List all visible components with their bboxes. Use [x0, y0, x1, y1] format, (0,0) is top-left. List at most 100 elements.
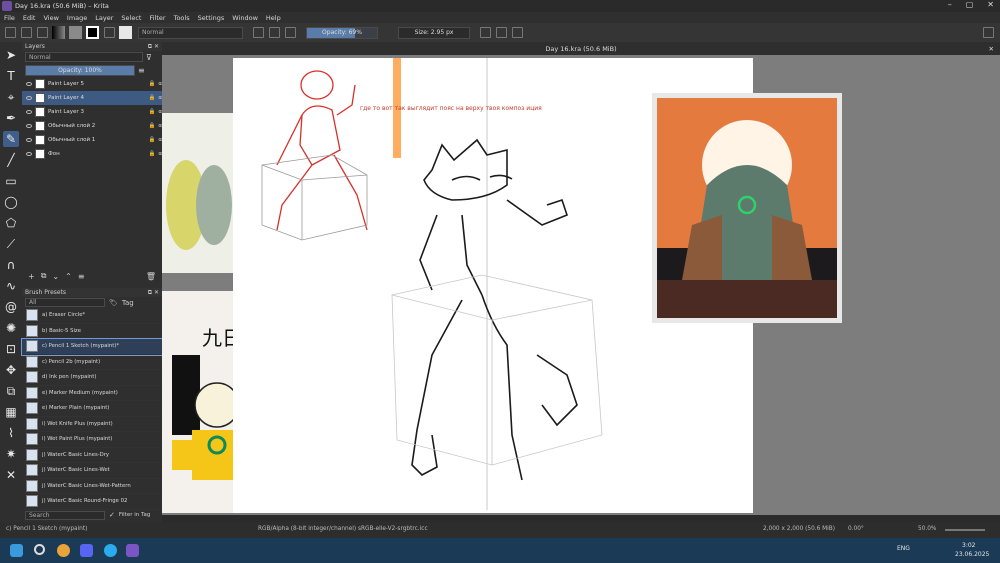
size-slider[interactable]: Size: 2.95 px [398, 26, 470, 39]
visibility-eye-icon[interactable] [26, 138, 32, 142]
add-layer-icon[interactable]: + [28, 272, 35, 281]
zoom-slider[interactable] [945, 529, 985, 531]
brush-preset-item[interactable]: b) Basic-5 Size [22, 324, 162, 339]
lock-icon[interactable]: 🔒 [149, 137, 156, 143]
layer-row[interactable]: Paint Layer 4 🔒 α [22, 91, 162, 105]
gradient-swatch[interactable] [52, 26, 65, 39]
delete-layer-icon[interactable]: 🗑 [146, 272, 156, 281]
canvas-drawing[interactable]: 九日 где то вот так выглядит пояс на верху… [162, 55, 1000, 515]
lock-icon[interactable]: 🔒 [149, 151, 156, 157]
line-tool-icon[interactable]: ╱ [3, 152, 19, 168]
menu-item-window[interactable]: Window [232, 14, 258, 22]
layer-blend-mode-select[interactable]: Normal [25, 52, 143, 62]
move-down-icon[interactable]: ⌄ [52, 272, 59, 281]
filter-icon[interactable]: ⊽ [146, 53, 152, 62]
visibility-eye-icon[interactable] [26, 110, 32, 114]
menu-item-select[interactable]: Select [121, 14, 141, 22]
wrap-around-icon[interactable] [512, 27, 523, 38]
visibility-eye-icon[interactable] [26, 124, 32, 128]
tag-label[interactable]: Tag [122, 299, 134, 307]
lock-icon[interactable]: 🔒 [149, 95, 156, 101]
text-tool-icon[interactable]: T [3, 68, 19, 84]
calligraphy-tool-icon[interactable]: ✒ [3, 110, 19, 126]
eraser-mode-icon[interactable] [253, 27, 264, 38]
browser-icon[interactable] [57, 544, 70, 557]
brush-preset-item[interactable]: d) Ink pen (mypaint) [22, 370, 162, 386]
status-rotation[interactable]: 0.00° [848, 526, 864, 532]
discord-icon[interactable] [80, 544, 93, 557]
edit-shapes-tool-icon[interactable]: ⌖ [3, 89, 19, 105]
menu-item-file[interactable]: File [4, 14, 15, 22]
open-document-icon[interactable] [21, 27, 32, 38]
lock-icon[interactable]: 🔒 [149, 81, 156, 87]
brush-preset-item[interactable]: c) Pencil 2b (mypaint) [22, 355, 162, 370]
polygon-tool-icon[interactable]: ⬠ [3, 215, 19, 231]
minimize-button[interactable]: – [948, 0, 952, 9]
brush-preset-item[interactable]: e) Marker Medium (mypaint) [22, 386, 162, 401]
clock-time[interactable]: 3:02 [962, 542, 975, 549]
layer-row[interactable]: Paint Layer 5 🔒 α [22, 77, 162, 91]
mirror-vertical-icon[interactable] [496, 27, 507, 38]
reload-preset-icon[interactable] [285, 27, 296, 38]
close-tab-icon[interactable]: ✕ [989, 45, 994, 53]
dynamic-brush-tool-icon[interactable]: @ [3, 299, 19, 315]
filter-in-tag-checkbox[interactable]: ✓ [109, 511, 115, 519]
brush-preset-item[interactable]: c) Pencil 1 Sketch (mypaint)* [21, 338, 163, 356]
gradient-tool-icon[interactable]: ▦ [3, 404, 19, 420]
polyline-tool-icon[interactable]: ⟋ [3, 236, 19, 252]
preserve-alpha-icon[interactable] [269, 27, 280, 38]
smart-patch-tool-icon[interactable]: ✷ [3, 446, 19, 462]
menu-item-filter[interactable]: Filter [149, 14, 165, 22]
tag-icon[interactable]: 🏷 [109, 299, 118, 307]
new-document-icon[interactable] [5, 27, 16, 38]
krita-taskbar-icon[interactable] [126, 544, 139, 557]
brush-preset-item[interactable]: i) Wet Knife Plus (mypaint) [22, 417, 162, 432]
layer-row[interactable]: Paint Layer 3 🔒 α [22, 105, 162, 119]
preset-filter-select[interactable]: All [25, 298, 105, 307]
layer-properties-icon[interactable]: ≡ [78, 272, 85, 281]
menu-item-view[interactable]: View [43, 14, 58, 22]
brush-preset-item[interactable]: j) WaterC Basic Lines-Wet [22, 463, 162, 479]
crop-tool-icon[interactable]: ⊡ [3, 341, 19, 357]
menu-item-edit[interactable]: Edit [23, 14, 36, 22]
layer-opacity-slider[interactable]: Opacity: 100% [25, 64, 135, 76]
menu-item-settings[interactable]: Settings [198, 14, 225, 22]
duplicate-layer-icon[interactable]: ⧉ [41, 271, 47, 281]
mirror-horizontal-icon[interactable] [480, 27, 491, 38]
docker-close-icon[interactable]: ⧉ ✕ [148, 43, 159, 51]
pattern-swatch[interactable] [69, 26, 82, 39]
bezier-tool-icon[interactable]: ∩ [3, 257, 19, 273]
preset-search-input[interactable]: Search [25, 510, 105, 520]
layer-row[interactable]: Обычный слой 1 🔒 α [22, 133, 162, 147]
telegram-icon[interactable] [104, 544, 117, 557]
visibility-eye-icon[interactable] [26, 82, 32, 86]
lock-icon[interactable]: 🔒 [149, 109, 156, 115]
freehand-brush-tool-icon[interactable]: ✎ [3, 131, 19, 147]
lock-icon[interactable]: 🔒 [149, 123, 156, 129]
save-document-icon[interactable] [37, 27, 48, 38]
ellipse-tool-icon[interactable]: ◯ [3, 194, 19, 210]
language-indicator[interactable]: ENG [897, 545, 910, 552]
fill-tool-icon[interactable]: ✕ [3, 467, 19, 483]
maximize-button[interactable]: ▢ [966, 0, 974, 9]
opacity-slider[interactable]: Opacity: 69% [306, 26, 378, 39]
menu-item-help[interactable]: Help [266, 14, 281, 22]
menu-item-tools[interactable]: Tools [174, 14, 190, 22]
search-icon[interactable] [34, 544, 45, 555]
presets-close-icon[interactable]: ⧉ ✕ [148, 289, 159, 297]
layer-menu-icon[interactable]: ≡ [138, 66, 145, 75]
close-button[interactable]: ✕ [987, 0, 994, 9]
layer-row[interactable]: Фон 🔒 α [22, 147, 162, 161]
menu-item-image[interactable]: Image [67, 14, 87, 22]
layer-row[interactable]: Обычный слой 2 🔒 α [22, 119, 162, 133]
brush-preset-item[interactable]: j) WaterC Basic Lines-Wet-Pattern [22, 479, 162, 494]
color-picker-tool-icon[interactable]: ⌇ [3, 425, 19, 441]
brush-preset-item[interactable]: i) Wet Paint Plus (mypaint) [22, 432, 162, 448]
move-up-icon[interactable]: ⌃ [65, 272, 72, 281]
move-tool-icon[interactable]: ✥ [3, 362, 19, 378]
current-brush-preview[interactable] [119, 26, 132, 39]
freehand-path-tool-icon[interactable]: ∿ [3, 278, 19, 294]
select-shapes-tool-icon[interactable]: ➤ [3, 47, 19, 63]
visibility-eye-icon[interactable] [26, 152, 32, 156]
status-zoom[interactable]: 50.0% [918, 526, 936, 532]
